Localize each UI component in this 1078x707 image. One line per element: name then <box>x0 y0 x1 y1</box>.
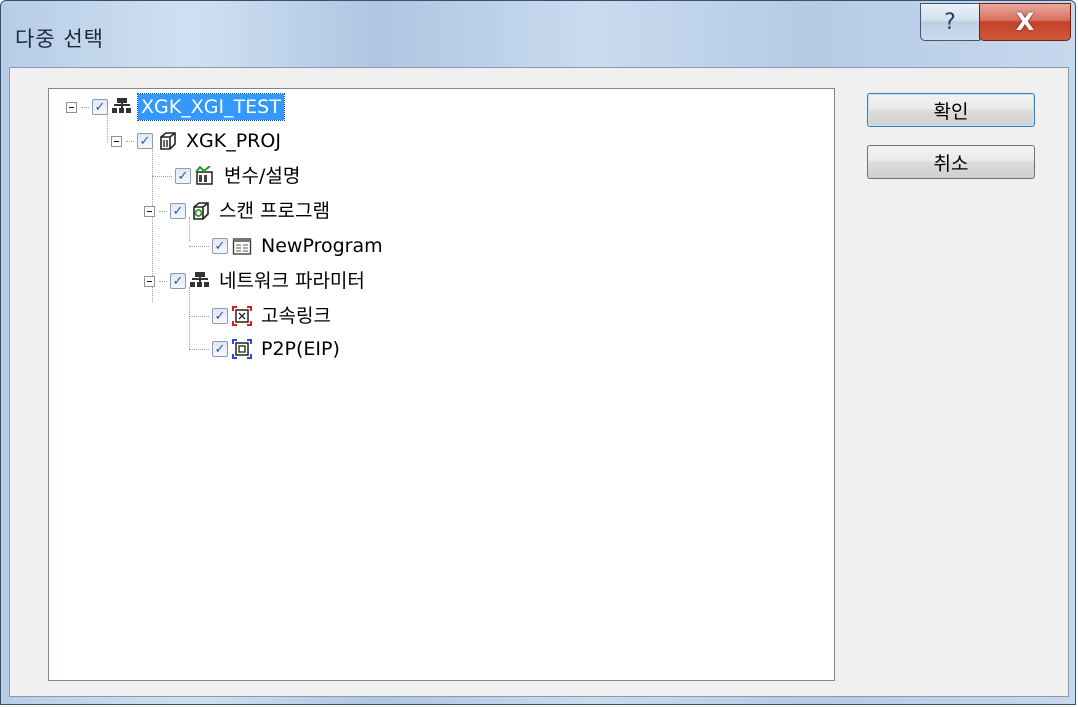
title-bar[interactable]: 다중 선택 ? X <box>1 1 1075 61</box>
variables-icon <box>195 166 215 186</box>
collapse-toggle-icon[interactable] <box>111 135 122 147</box>
checkmark-icon: ✓ <box>139 133 151 149</box>
tree-item-label: XGK_XGI_TEST <box>137 93 285 121</box>
tree-checkbox[interactable]: ✓ <box>212 341 228 357</box>
tree-checkbox[interactable]: ✓ <box>212 238 228 254</box>
network-icon <box>112 97 132 117</box>
checkmark-icon: ✓ <box>214 341 226 357</box>
tree-item-highspeed-link[interactable]: ✓ 고속링크 <box>189 301 334 331</box>
tree-item-label: P2P(EIP) <box>261 338 340 360</box>
dialog-client-area: ✓ XGK_XGI_TEST ✓ XGK_PROJ ✓ 변수/설명 ✓ 스캔 프… <box>9 67 1069 697</box>
tree-item-p2p[interactable]: ✓ P2P(EIP) <box>189 334 343 364</box>
collapse-toggle-icon[interactable] <box>144 275 155 287</box>
network-icon <box>190 271 210 291</box>
plc-cpu-icon <box>157 131 177 151</box>
tree-item-xgk-proj[interactable]: ✓ XGK_PROJ <box>111 126 284 156</box>
close-icon: X <box>1015 8 1035 36</box>
checkmark-icon: ✓ <box>172 273 184 289</box>
tree-checkbox[interactable]: ✓ <box>92 99 108 115</box>
tree-checkbox[interactable]: ✓ <box>137 133 153 149</box>
checkmark-icon: ✓ <box>214 238 226 254</box>
tree-item-label: NewProgram <box>261 235 383 257</box>
window-title: 다중 선택 <box>15 27 104 51</box>
checkmark-icon: ✓ <box>94 99 106 115</box>
help-icon: ? <box>944 9 956 35</box>
program-file-icon <box>232 236 252 256</box>
checkmark-icon: ✓ <box>172 203 184 219</box>
tree-item-label: XGK_PROJ <box>186 130 281 152</box>
tree-item-label: 고속링크 <box>261 305 331 327</box>
tree-item-label: 스캔 프로그램 <box>219 200 330 222</box>
tree-checkbox[interactable]: ✓ <box>212 308 228 324</box>
dialog-window: 다중 선택 ? X ✓ XGK_XGI_TEST ✓ XGK_PROJ ✓ 변수… <box>0 0 1076 705</box>
tree-item-label: 네트워크 파라미터 <box>219 270 365 292</box>
checkmark-icon: ✓ <box>177 168 189 184</box>
tree-item-xgk-xgi-test[interactable]: ✓ XGK_XGI_TEST <box>66 92 285 122</box>
tree-checkbox[interactable]: ✓ <box>170 203 186 219</box>
cancel-button[interactable]: 취소 <box>867 145 1035 179</box>
tree-item-variables[interactable]: ✓ 변수/설명 <box>152 161 303 191</box>
tree-item-scan-program[interactable]: ✓ 스캔 프로그램 <box>144 196 333 226</box>
tree-checkbox[interactable]: ✓ <box>175 168 191 184</box>
close-button[interactable]: X <box>979 3 1071 41</box>
help-button[interactable]: ? <box>920 3 980 41</box>
tree-item-newprogram[interactable]: ✓ NewProgram <box>189 231 386 261</box>
tree-item-label: 변수/설명 <box>224 165 301 187</box>
tree-item-network-parameter[interactable]: ✓ 네트워크 파라미터 <box>144 266 368 296</box>
tree-checkbox[interactable]: ✓ <box>170 273 186 289</box>
tree-view[interactable]: ✓ XGK_XGI_TEST ✓ XGK_PROJ ✓ 변수/설명 ✓ 스캔 프… <box>48 88 835 681</box>
checkmark-icon: ✓ <box>214 308 226 324</box>
collapse-toggle-icon[interactable] <box>144 205 155 217</box>
collapse-toggle-icon[interactable] <box>66 101 77 113</box>
scan-program-icon <box>190 201 210 221</box>
p2p-icon <box>232 339 252 359</box>
ok-button[interactable]: 확인 <box>867 93 1035 127</box>
highspeed-link-icon <box>232 306 252 326</box>
